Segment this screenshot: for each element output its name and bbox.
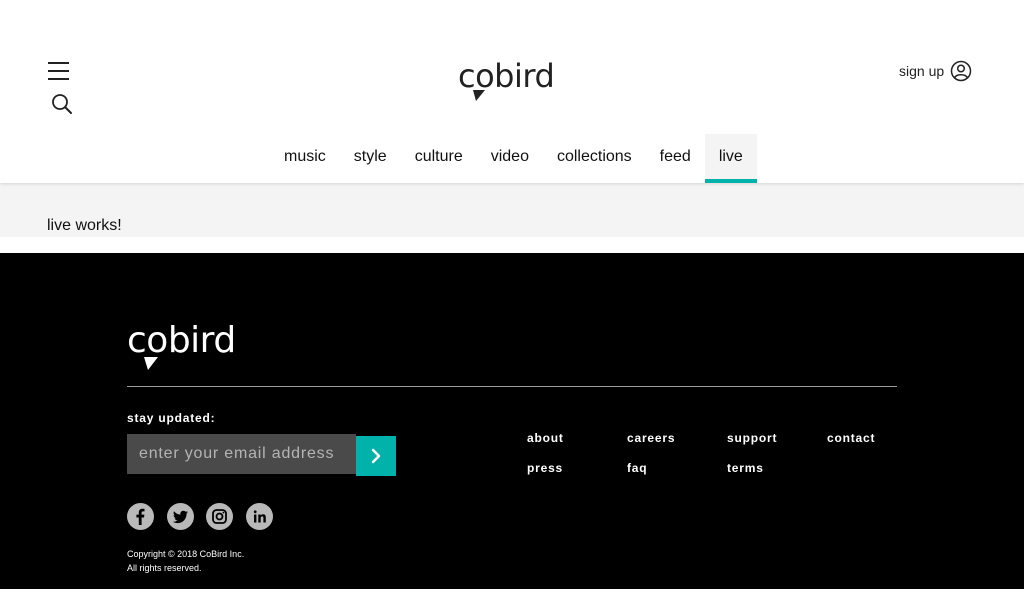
newsletter-label: stay updated: — [127, 411, 216, 425]
logo-bird-mark-icon — [473, 90, 485, 101]
sign-up-label: sign up — [899, 63, 945, 79]
linkedin-icon[interactable] — [245, 503, 273, 530]
main-nav: music style culture video collections feed liv… — [0, 134, 1024, 183]
search-icon[interactable] — [51, 93, 73, 115]
footer-link-terms[interactable]: terms — [727, 461, 764, 475]
footer-logo-text: cobird — [127, 320, 236, 361]
footer-link-faq[interactable]: faq — [627, 461, 647, 475]
footer-logo[interactable]: cobird — [127, 319, 257, 370]
copyright: Copyright © 2018 CoBird Inc. All rights … — [127, 547, 244, 575]
main-content: live works! — [0, 183, 1024, 237]
social-links — [127, 503, 285, 530]
content-text: live works! — [47, 217, 122, 234]
email-input[interactable] — [127, 434, 356, 474]
footer-link-press[interactable]: press — [527, 461, 563, 475]
footer-link-about[interactable]: about — [527, 431, 564, 445]
site-logo[interactable]: cobird — [458, 56, 568, 102]
nav-item-live[interactable]: live — [704, 134, 757, 183]
site-footer: cobird stay updated: about careers suppo… — [0, 253, 1024, 589]
nav-item-collections[interactable]: collections — [543, 134, 646, 183]
instagram-icon[interactable] — [206, 503, 233, 530]
user-icon — [950, 60, 972, 82]
twitter-icon[interactable] — [166, 503, 194, 530]
hamburger-menu-icon[interactable] — [48, 60, 70, 82]
footer-link-support[interactable]: support — [727, 431, 777, 445]
nav-item-video[interactable]: video — [477, 134, 543, 183]
nav-item-culture[interactable]: culture — [401, 134, 477, 183]
email-submit-button[interactable] — [356, 436, 396, 476]
sign-up-button[interactable]: sign up — [899, 59, 972, 83]
copyright-line-1: Copyright © 2018 CoBird Inc. — [127, 549, 245, 559]
footer-link-contact[interactable]: contact — [827, 431, 875, 445]
footer-divider — [127, 386, 897, 387]
facebook-icon[interactable] — [127, 503, 154, 530]
copyright-line-2: All rights reserved. — [127, 563, 202, 573]
footer-logo-bird-mark-icon — [144, 357, 158, 370]
nav-item-feed[interactable]: feed — [646, 134, 705, 183]
site-header: cobird sign up music style culture video col… — [0, 0, 1024, 183]
nav-item-style[interactable]: style — [340, 134, 401, 183]
footer-link-careers[interactable]: careers — [627, 431, 675, 445]
chevron-right-icon — [371, 448, 381, 464]
nav-item-music[interactable]: music — [270, 134, 340, 183]
